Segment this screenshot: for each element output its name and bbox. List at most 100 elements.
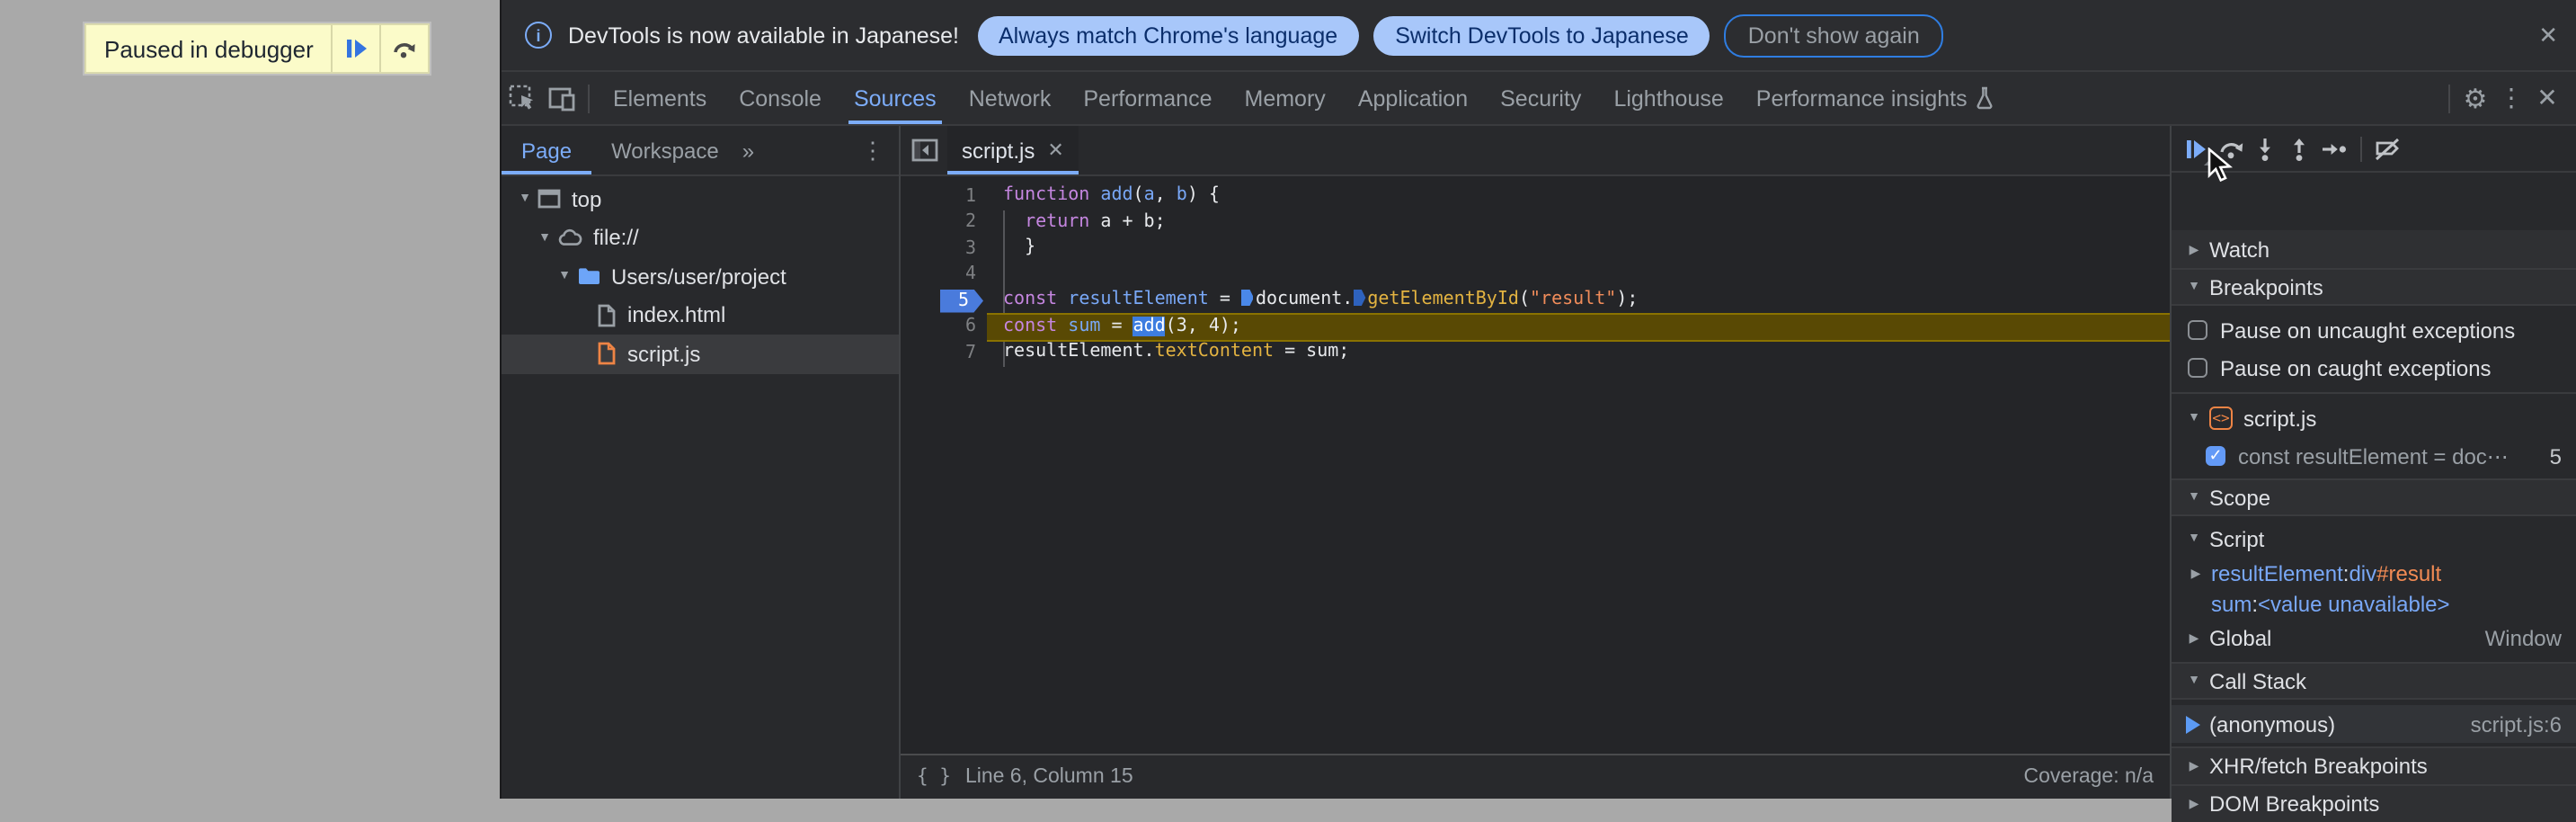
call-stack-label: Call Stack: [2209, 668, 2307, 693]
watch-section-header[interactable]: ▶ Watch: [2172, 230, 2576, 268]
scope-var-resultelement[interactable]: ▶ resultElement: div #result: [2172, 558, 2576, 588]
scope-script-group[interactable]: ▼ Script: [2172, 520, 2576, 558]
code-token: (: [1133, 185, 1144, 205]
paused-code-line[interactable]: const sum = add(3, 4);: [987, 312, 2170, 342]
pause-caught-checkbox[interactable]: [2188, 358, 2207, 378]
tab-elements[interactable]: Elements: [597, 72, 723, 124]
tree-item-file-[interactable]: ▼ file://: [502, 219, 899, 257]
tab-security[interactable]: Security: [1484, 72, 1597, 124]
code-token: document.: [1255, 290, 1354, 309]
scope-var-sum[interactable]: sum: <value unavailable>: [2172, 588, 2576, 619]
close-devtools-icon[interactable]: ✕: [2529, 83, 2565, 113]
step-over-script-button[interactable]: [379, 25, 429, 72]
pause-uncaught-checkbox[interactable]: [2188, 320, 2207, 340]
pause-caught-exceptions-row[interactable]: Pause on caught exceptions: [2172, 349, 2576, 387]
notification-close-icon[interactable]: ✕: [2538, 21, 2558, 49]
tab-sources[interactable]: Sources: [838, 72, 953, 124]
line-number[interactable]: 2: [901, 210, 987, 236]
more-options-icon[interactable]: ⋮: [2493, 83, 2529, 113]
tab-lighthouse[interactable]: Lighthouse: [1597, 72, 1739, 124]
code-token: }: [1003, 237, 1036, 257]
breakpoint-entry-line: 5: [2549, 443, 2562, 469]
resume-script-button[interactable]: [331, 25, 380, 72]
inline-breakpoint-marker-icon[interactable]: [1353, 290, 1366, 306]
xhr-breakpoints-section-header[interactable]: ▶ XHR/fetch Breakpoints: [2172, 746, 2576, 784]
frame-icon: [537, 190, 561, 210]
tree-item-label: file://: [593, 225, 639, 251]
tab-memory[interactable]: Memory: [1229, 72, 1342, 124]
code-editor[interactable]: 1234567 function add(a, b) { return a + …: [901, 176, 2170, 753]
settings-gear-icon[interactable]: ⚙: [2457, 82, 2493, 114]
chevron-down-icon[interactable]: ▼: [555, 271, 573, 283]
breakpoint-line-number[interactable]: 5: [901, 288, 987, 314]
device-toolbar-button[interactable]: [541, 78, 581, 118]
file-tab-close-icon[interactable]: ✕: [1047, 138, 1063, 162]
scope-var-value: <value unavailable>: [2258, 591, 2450, 616]
coverage-label[interactable]: Coverage: n/a: [2024, 765, 2154, 787]
call-stack-frame-row[interactable]: (anonymous) script.js:6: [2172, 705, 2576, 743]
inspect-element-button[interactable]: [502, 78, 541, 118]
line-number[interactable]: 3: [901, 236, 987, 262]
tab-performance-insights[interactable]: Performance insights: [1740, 72, 2011, 124]
code-line[interactable]: function add(a, b) {: [987, 183, 2170, 210]
breakpoint-flag-icon[interactable]: 5: [939, 289, 983, 313]
code-line[interactable]: resultElement.textContent = sum;: [987, 340, 2170, 366]
scope-var-value-id: #result: [2376, 560, 2442, 585]
tree-item-index-html[interactable]: index.html: [502, 296, 899, 335]
step-out-button[interactable]: [2283, 132, 2315, 165]
code-line[interactable]: [987, 262, 2170, 288]
chevron-down-icon: ▼: [2188, 281, 2200, 293]
line-number-gutter[interactable]: 1234567: [901, 183, 987, 366]
breakpoint-entry-checkbox[interactable]: ✓: [2206, 446, 2225, 466]
navigator-overflow-chevrons[interactable]: »: [742, 138, 754, 163]
toolbar-right-icons: ⚙ ⋮ ✕: [2441, 72, 2576, 124]
tab-performance[interactable]: Performance: [1067, 72, 1228, 124]
tree-item-top[interactable]: ▼ top: [502, 180, 899, 219]
line-number[interactable]: 1: [901, 183, 987, 210]
main-toolbar: Elements Console Sources Network Performance…: [502, 72, 2576, 126]
pause-uncaught-exceptions-row[interactable]: Pause on uncaught exceptions: [2172, 311, 2576, 349]
switch-to-japanese-button[interactable]: Switch DevTools to Japanese: [1373, 15, 1710, 55]
hide-navigator-button[interactable]: [901, 138, 947, 162]
navigator-tab-workspace[interactable]: Workspace: [591, 126, 739, 174]
scope-global-group[interactable]: ▶ Global Window: [2172, 619, 2576, 657]
code-token: (3, 4);: [1165, 316, 1241, 335]
paused-in-debugger-badge: Paused in debugger: [84, 23, 431, 74]
step-over-icon: [394, 43, 416, 58]
dont-show-again-button[interactable]: Don't show again: [1724, 13, 1943, 57]
chevron-down-icon[interactable]: ▼: [516, 193, 534, 206]
call-stack-section-header[interactable]: ▼ Call Stack: [2172, 662, 2576, 700]
dom-breakpoints-section-header[interactable]: ▶ DOM Breakpoints: [2172, 784, 2576, 822]
call-stack-frame-location: script.js:6: [2470, 711, 2562, 737]
code-line[interactable]: }: [987, 236, 2170, 262]
debugger-sidebar: ▶ Watch ▼ Breakpoints Pause on uncaught …: [2170, 126, 2576, 822]
tab-application[interactable]: Application: [1342, 72, 1484, 124]
step-icon: [2322, 143, 2345, 154]
deactivate-breakpoints-button[interactable]: [2371, 132, 2403, 165]
step-into-button[interactable]: [2249, 132, 2281, 165]
line-number[interactable]: 7: [901, 340, 987, 366]
navigator-more-icon[interactable]: ⋮: [861, 136, 884, 165]
breakpoints-section-header[interactable]: ▼ Breakpoints: [2172, 268, 2576, 306]
line-number[interactable]: 6: [901, 314, 987, 340]
tab-network[interactable]: Network: [953, 72, 1068, 124]
always-match-language-button[interactable]: Always match Chrome's language: [977, 15, 1360, 55]
breakpoint-entry-row[interactable]: ✓ const resultElement = doc⋯ 5: [2172, 437, 2576, 475]
tree-item-script-js[interactable]: script.js: [502, 335, 899, 373]
navigator-tab-page[interactable]: Page: [502, 126, 592, 174]
scope-global-label: Global: [2209, 625, 2272, 650]
chevron-down-icon[interactable]: ▼: [536, 232, 554, 245]
inline-breakpoint-marker-icon[interactable]: [1240, 290, 1254, 306]
step-button[interactable]: [2317, 132, 2349, 165]
code-line[interactable]: const resultElement = document. getElemen…: [987, 288, 2170, 314]
chevron-right-icon: ▶: [2189, 632, 2199, 645]
tree-item-users-user-project[interactable]: ▼ Users/user/project: [502, 257, 899, 296]
scope-section-header[interactable]: ▼ Scope: [2172, 478, 2576, 516]
line-number[interactable]: 4: [901, 262, 987, 288]
flask-icon: [1976, 86, 1994, 110]
breakpoint-file-group[interactable]: ▼ <> script.js: [2172, 399, 2576, 437]
code-token: b: [1176, 185, 1187, 205]
tab-console[interactable]: Console: [723, 72, 838, 124]
code-line[interactable]: return a + b;: [987, 210, 2170, 236]
file-tab-scriptjs[interactable]: script.js ✕: [947, 126, 1079, 174]
